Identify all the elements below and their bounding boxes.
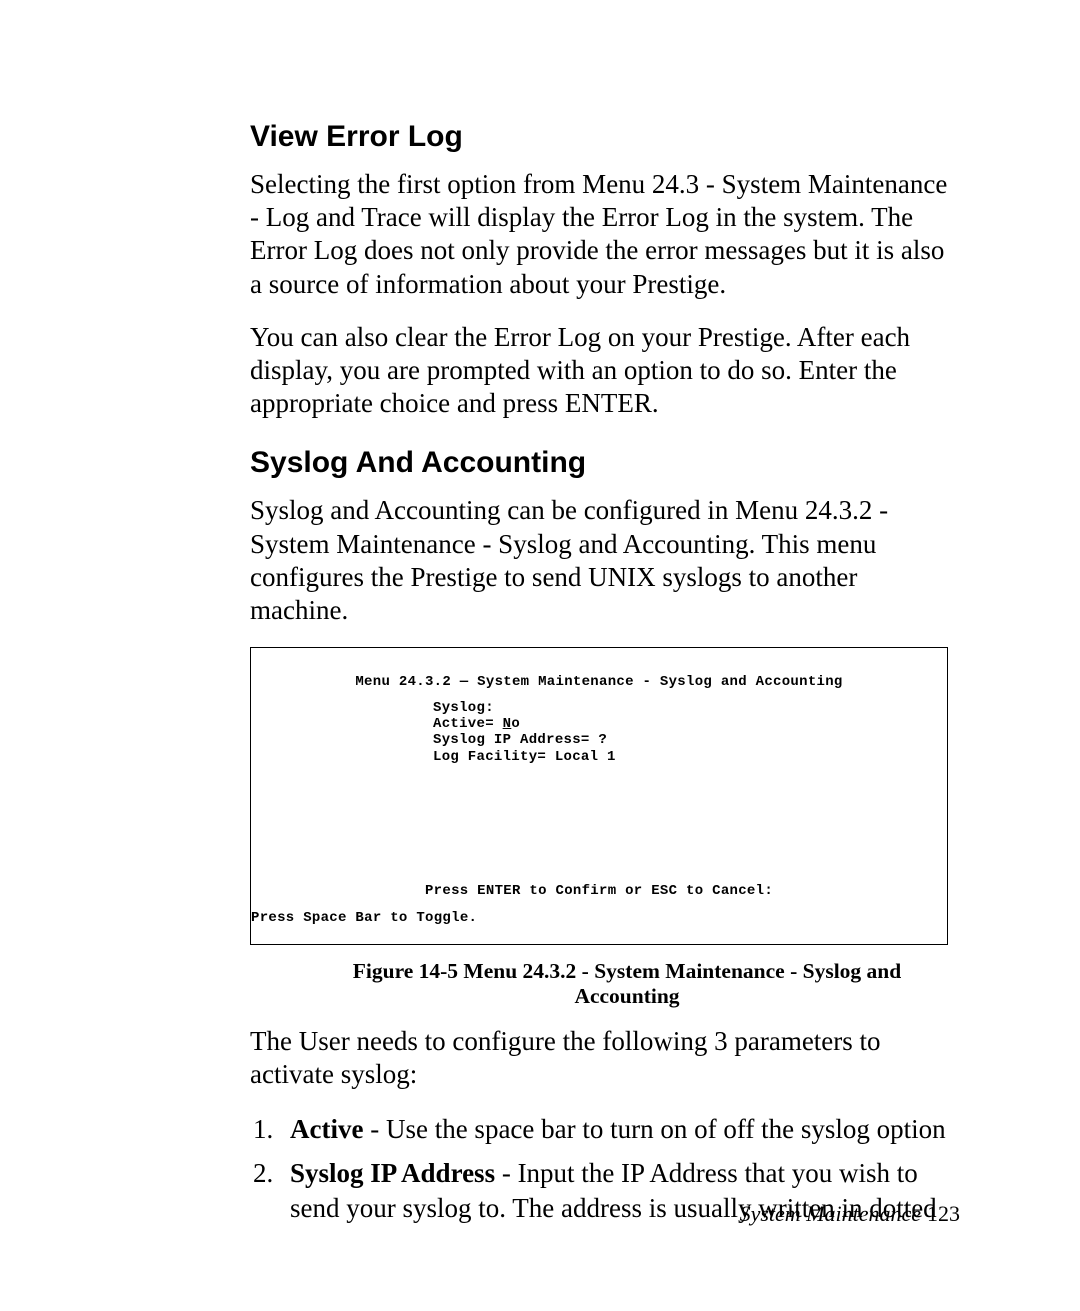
terminal-line: Syslog IP Address= ? (433, 732, 607, 748)
terminal-footer-line: Press Space Bar to Toggle. (251, 910, 477, 926)
page-footer: System Maintenance123 (740, 1201, 960, 1227)
terminal-screenshot: Menu 24.3.2 — System Maintenance - Syslo… (250, 647, 948, 945)
figure-caption: Figure 14-5 Menu 24.3.2 - System Mainten… (250, 959, 950, 1009)
footer-page-number: 123 (927, 1201, 960, 1226)
terminal-confirm-line: Press ENTER to Confirm or ESC to Cancel: (263, 883, 935, 899)
terminal-line: Syslog: (433, 700, 494, 716)
list-item-term: Syslog IP Address (290, 1158, 495, 1188)
heading-view-error-log: View Error Log (250, 120, 960, 154)
terminal-line: Log Facility= Local 1 (433, 749, 616, 765)
paragraph: Selecting the first option from Menu 24.… (250, 168, 960, 301)
list-item-term: Active (290, 1114, 363, 1144)
terminal-body: Syslog: Active= No Syslog IP Address= ? … (433, 700, 935, 764)
paragraph: The User needs to configure the followin… (250, 1025, 960, 1091)
heading-syslog-accounting: Syslog And Accounting (250, 446, 960, 480)
list-item-desc: - Use the space bar to turn on of off th… (363, 1114, 945, 1144)
footer-chapter: System Maintenance (740, 1201, 921, 1226)
paragraph: Syslog and Accounting can be configured … (250, 494, 960, 627)
list-item: Active - Use the space bar to turn on of… (280, 1112, 960, 1147)
paragraph: You can also clear the Error Log on your… (250, 321, 960, 421)
document-page: View Error Log Selecting the first optio… (0, 0, 1080, 1311)
terminal-title: Menu 24.3.2 — System Maintenance - Syslo… (263, 674, 935, 690)
terminal-line: Active= No (433, 716, 520, 732)
